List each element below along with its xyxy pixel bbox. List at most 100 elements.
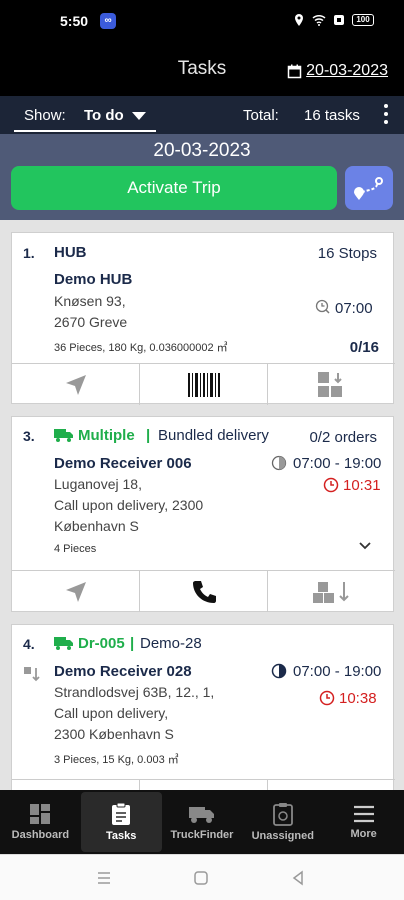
system-navigation-bar: [0, 854, 404, 900]
menu-icon: [353, 805, 374, 823]
shipment-details: 36 Pieces, 180 Kg, 0.036000002 ㎥: [54, 342, 228, 354]
route-separator: |: [130, 635, 135, 652]
unassigned-clipboard-icon: [272, 803, 293, 826]
address-line-1: Knøsen 93,: [54, 293, 126, 309]
sim-icon: [334, 15, 344, 25]
call-button[interactable]: [140, 780, 268, 790]
clipboard-icon: [112, 802, 131, 825]
task-number: 1.: [23, 245, 35, 261]
address-line-3: 2300 København S: [54, 726, 174, 742]
time-window: 07:00 - 19:00: [293, 455, 382, 472]
chevron-down-icon: [131, 111, 146, 120]
sort-packages-button[interactable]: [268, 364, 395, 405]
trip-bar: 20-03-2023 Activate Trip: [0, 134, 404, 220]
recent-apps-icon[interactable]: [96, 871, 112, 885]
route-icon: [354, 177, 383, 200]
stops-progress: 0/16: [349, 339, 379, 356]
shipment-details: 4 Pieces: [54, 543, 97, 555]
battery-icon: 100: [352, 14, 374, 26]
card-actions: [12, 363, 395, 405]
tab-label: TruckFinder: [170, 829, 234, 841]
route-map-button[interactable]: [345, 166, 393, 210]
sort-packages-button[interactable]: [268, 780, 395, 790]
navigation-arrow-icon: [65, 581, 86, 602]
chevron-down-icon[interactable]: [358, 541, 372, 551]
delivery-type: Bundled delivery: [158, 427, 269, 444]
navigation-arrow-icon: [65, 374, 86, 395]
call-button[interactable]: [140, 571, 268, 612]
truck-finder-icon: [188, 807, 214, 823]
eta-clock-icon: [323, 477, 339, 493]
packages-sort-icon: [317, 371, 342, 397]
calendar-icon: [287, 64, 302, 78]
bottom-navigation: Dashboard Tasks TruckFinder Unassigned M…: [0, 790, 404, 854]
tab-label: Dashboard: [11, 829, 70, 841]
location-icon: [295, 14, 303, 26]
address-line-2: 2670 Greve: [54, 314, 128, 330]
more-options-icon[interactable]: [384, 104, 388, 128]
sort-packages-button[interactable]: [268, 571, 395, 612]
home-icon[interactable]: [193, 870, 209, 886]
barcode-icon: [187, 372, 220, 397]
eta-clock-icon: [319, 690, 335, 706]
sort-order-icon: [24, 667, 40, 682]
task-card-hub[interactable]: 1. HUB 16 Stops Demo HUB Knøsen 93, 2670…: [11, 232, 395, 405]
task-card-receiver-028[interactable]: 4. Dr-005 | Demo-28 Demo Receiver 028 St…: [11, 624, 395, 790]
show-label: Show:: [24, 107, 66, 124]
app-notification-icon: ∞: [100, 13, 117, 29]
truck-icon: [54, 429, 73, 442]
time-window-icon: [271, 663, 287, 679]
status-bar: 5:50 ∞ 100: [0, 0, 404, 42]
stops-count: 16 Stops: [317, 245, 377, 262]
wifi-icon: [312, 14, 326, 26]
route-name: Multiple: [78, 427, 135, 444]
address-line-1: Strandlodsvej 63B, 12., 1,: [54, 684, 215, 700]
task-name: HUB: [54, 244, 87, 261]
status-time: 5:50: [60, 13, 89, 29]
packages-sort-icon: [312, 581, 349, 603]
tab-more[interactable]: More: [323, 790, 404, 854]
filter-bar: Show: To do Total: 16 tasks: [0, 96, 404, 134]
show-filter-dropdown[interactable]: To do: [84, 107, 146, 124]
eta-time: 10:31: [343, 477, 381, 494]
tab-tasks[interactable]: Tasks: [80, 792, 162, 852]
navigate-button[interactable]: [12, 571, 140, 612]
activate-trip-button[interactable]: Activate Trip: [11, 166, 337, 210]
tab-dashboard[interactable]: Dashboard: [0, 790, 81, 854]
company-name: Demo Receiver 006: [54, 455, 192, 472]
time-window: 07:00 - 19:00: [293, 663, 382, 680]
navigate-button[interactable]: [12, 364, 140, 405]
clock-search-icon: [315, 299, 330, 314]
tab-label: Unassigned: [251, 830, 314, 842]
route-name: Dr-005: [78, 635, 125, 652]
time-window-icon: [271, 455, 287, 471]
task-number: 3.: [23, 428, 35, 444]
trip-date: 20-03-2023: [153, 140, 251, 161]
back-icon[interactable]: [290, 870, 306, 886]
route-separator: |: [146, 427, 151, 444]
tab-truckfinder[interactable]: TruckFinder: [162, 790, 243, 854]
dashboard-icon: [30, 804, 51, 824]
shipment-details: 3 Pieces, 15 Kg, 0.003 ㎥: [54, 754, 179, 766]
total-label: Total:: [243, 107, 279, 124]
task-list[interactable]: 1. HUB 16 Stops Demo HUB Knøsen 93, 2670…: [0, 220, 404, 790]
card-actions: [12, 570, 395, 612]
company-name: Demo Receiver 028: [54, 663, 192, 680]
address-line-2: Call upon delivery,: [54, 705, 169, 721]
dropdown-underline: [14, 130, 156, 132]
total-count: 16 tasks: [304, 107, 360, 124]
tab-label: More: [350, 828, 377, 840]
truck-icon: [54, 637, 73, 650]
app-header: Tasks 20-03-2023: [0, 42, 404, 96]
phone-icon: [192, 580, 216, 603]
task-card-bundled[interactable]: 3. Multiple | Bundled delivery 0/2 order…: [11, 416, 395, 612]
scheduled-time: 07:00: [335, 300, 373, 317]
address-line-3: København S: [54, 518, 139, 534]
scan-barcode-button[interactable]: [140, 364, 268, 405]
card-actions: [12, 779, 395, 790]
address-line-2: Call upon delivery, 2300: [54, 497, 204, 513]
date-picker[interactable]: 20-03-2023: [287, 62, 388, 80]
navigate-button[interactable]: [12, 780, 140, 790]
tab-unassigned[interactable]: Unassigned: [242, 790, 323, 854]
orders-count: 0/2 orders: [309, 429, 377, 446]
